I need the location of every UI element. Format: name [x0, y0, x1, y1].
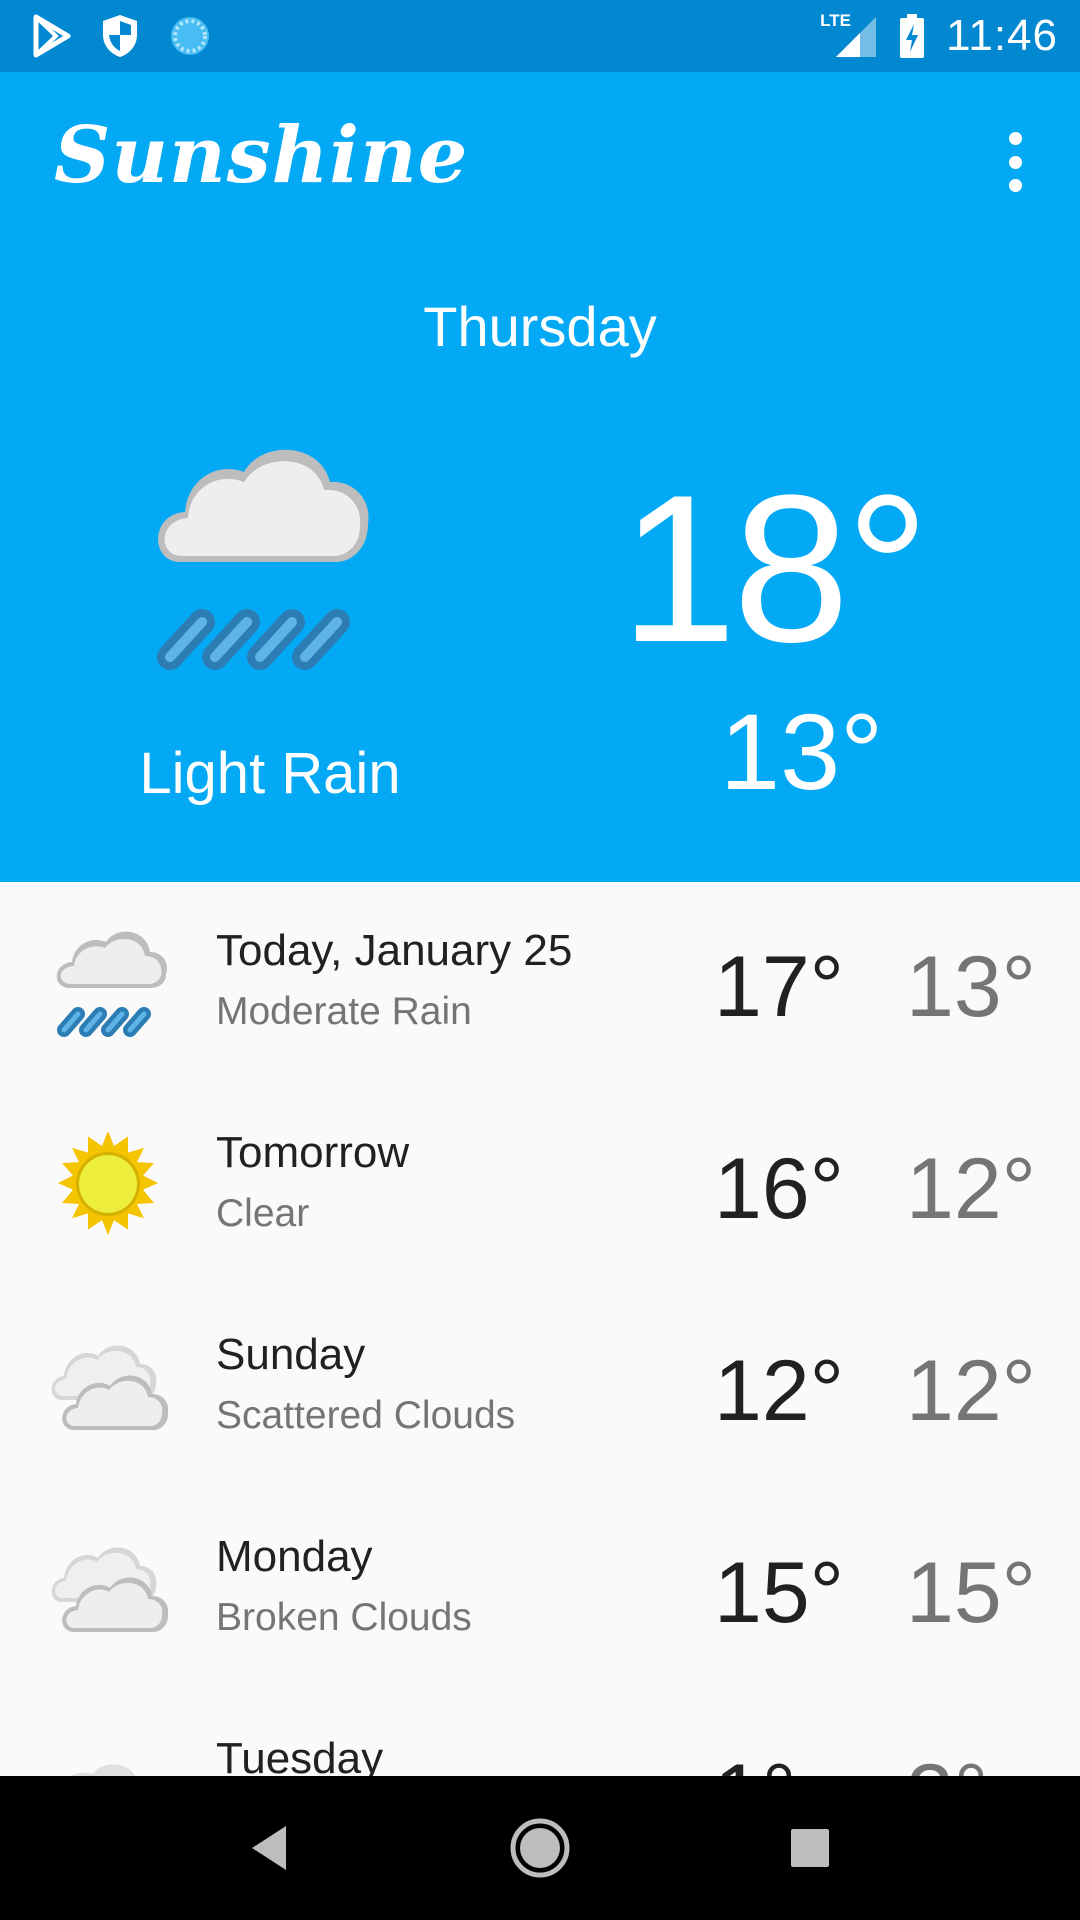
today-header[interactable]: Sunshine Thursday Light Rain 18° 13°	[0, 72, 1080, 882]
forecast-day: Monday	[216, 1532, 373, 1581]
forecast-description: Broken Clouds	[216, 1596, 472, 1639]
forecast-day: Sunday	[216, 1330, 366, 1379]
notification-icons	[32, 12, 212, 60]
forecast-day: Tomorrow	[216, 1128, 410, 1177]
system-icons: LTE 11:46	[820, 0, 1058, 72]
sync-icon	[171, 17, 209, 55]
shield-icon	[103, 15, 137, 57]
today-low-temp: 13°	[720, 691, 884, 812]
cloud-icon	[51, 1547, 168, 1632]
overflow-menu-button[interactable]	[990, 124, 1040, 200]
today-description: Light Rain	[139, 741, 401, 806]
overflow-dot	[1008, 132, 1022, 145]
forecast-high-temp: 17°	[714, 939, 845, 1035]
forecast-low-temp: 12°	[906, 1343, 1037, 1439]
forecast-low-temp: 13°	[906, 939, 1037, 1035]
overflow-dot	[1008, 179, 1022, 192]
status-bar: LTE 11:46	[0, 0, 1080, 72]
forecast-low-temp: 12°	[906, 1141, 1037, 1237]
forecast-high-temp: 1°	[714, 1752, 796, 1776]
forecast-row[interactable]: Sunday Scattered Clouds 12° 12°	[0, 1286, 1080, 1488]
forecast-high-temp: 15°	[714, 1545, 845, 1641]
forecast-row[interactable]: Tomorrow Clear 16° 12°	[0, 1084, 1080, 1286]
forecast-high-temp: 12°	[714, 1343, 845, 1439]
app-title: Sunshine	[54, 110, 469, 201]
navigation-bar	[0, 1776, 1080, 1920]
cloud-icon	[51, 1345, 168, 1430]
home-icon[interactable]	[504, 1812, 576, 1884]
play-store-icon	[33, 14, 71, 58]
today-day: Thursday	[423, 295, 657, 358]
overflow-dot	[1008, 155, 1022, 169]
forecast-description: Scattered Clouds	[216, 1394, 516, 1437]
light-rain-icon	[157, 449, 369, 670]
forecast-description: Clear	[216, 1192, 310, 1235]
rain-icon	[56, 931, 168, 1037]
forecast-list[interactable]: Today, January 25 Moderate Rain 17° 13° …	[0, 882, 1080, 1776]
forecast-day: Tuesday	[216, 1734, 384, 1776]
forecast-row[interactable]: Today, January 25 Moderate Rain 17° 13°	[0, 882, 1080, 1084]
forecast-day: Today, January 25	[216, 926, 573, 975]
forecast-low-temp: 15°	[906, 1545, 1037, 1641]
forecast-description: Moderate Rain	[216, 990, 472, 1033]
back-icon[interactable]	[234, 1812, 306, 1884]
battery-charging-icon	[900, 14, 925, 58]
partly-cloudy-icon	[70, 1764, 136, 1776]
forecast-low-temp: 2°	[906, 1752, 988, 1776]
recents-icon[interactable]	[774, 1812, 846, 1884]
clock: 11:46	[946, 11, 1058, 60]
signal-icon: LTE	[820, 11, 878, 59]
sun-icon	[58, 1132, 158, 1236]
forecast-row[interactable]: Monday Broken Clouds 15° 15°	[0, 1488, 1080, 1690]
forecast-high-temp: 16°	[714, 1141, 845, 1237]
forecast-row[interactable]: Tuesday 1° 2°	[0, 1690, 1080, 1776]
today-high-temp: 18°	[620, 451, 930, 686]
